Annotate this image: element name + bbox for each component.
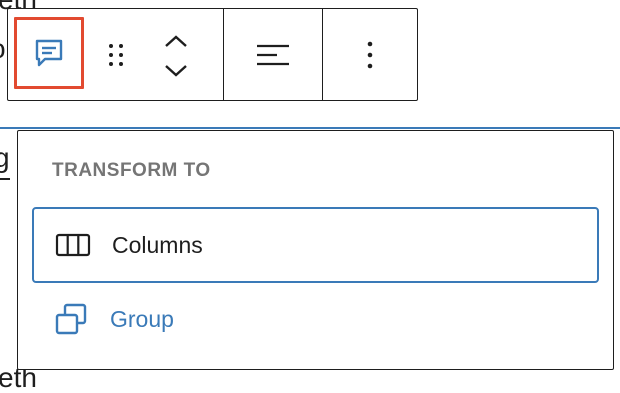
background-text-fragment: g [0,142,10,173]
block-boundary-line [0,127,620,129]
options-button[interactable] [350,35,390,75]
transform-heading: TRANSFORM TO [52,160,211,181]
transform-popover: TRANSFORM TO Columns Group [17,130,614,370]
text-underline [0,178,10,180]
move-up-button[interactable] [159,30,193,52]
drag-handle-icon [109,44,123,66]
chevron-down-icon [165,65,187,77]
toolbar-group-options [322,9,417,100]
toolbar-group-align [223,9,322,100]
transform-item-group[interactable]: Group [32,281,599,357]
block-toolbar [7,8,418,101]
transform-item-label: Group [110,305,174,332]
align-left-icon [257,44,289,65]
chevron-up-icon [165,35,187,47]
drag-handle[interactable] [104,39,128,71]
move-down-button[interactable] [159,60,193,82]
transform-item-label: Columns [112,231,203,258]
background-text-fragment: o [0,35,6,63]
transform-item-columns[interactable]: Columns [32,207,599,283]
columns-icon [54,230,92,260]
group-icon [52,303,90,335]
toolbar-group-block [8,9,223,100]
align-button[interactable] [253,35,293,75]
block-switcher-button[interactable] [14,17,84,89]
speech-bubble-icon [35,39,63,67]
more-vertical-icon [367,41,373,68]
block-movers [159,30,193,82]
